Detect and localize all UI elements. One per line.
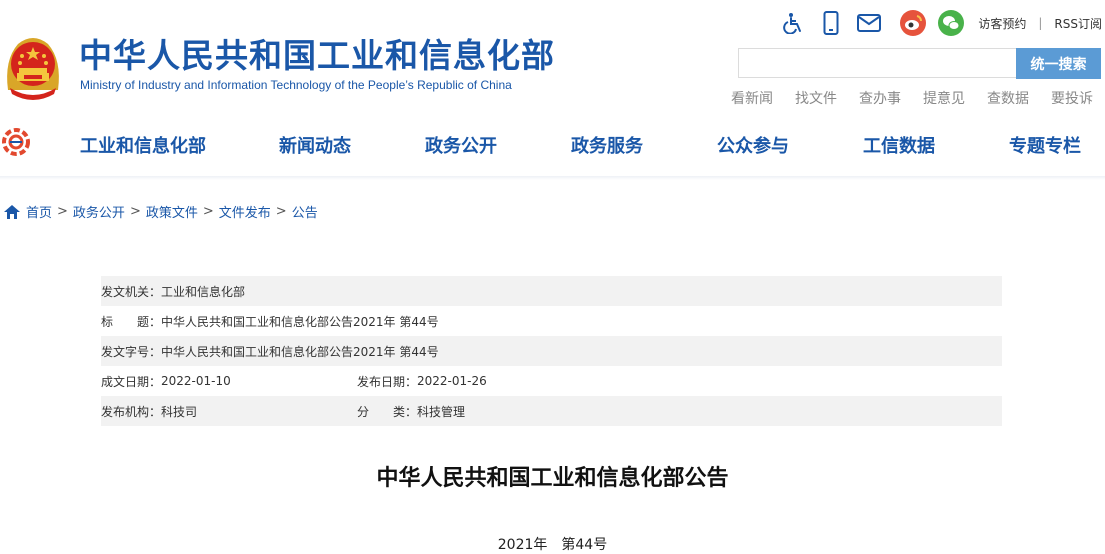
mobile-icon[interactable] bbox=[818, 10, 844, 36]
meta-row-issuer: 发文机关： 工业和信息化部 bbox=[101, 276, 1002, 306]
meta-row-dates: 成文日期： 2022-01-10 发布日期： 2022-01-26 bbox=[101, 366, 1002, 396]
meta-row-agency: 发布机构： 科技司 分 类： 科技管理 bbox=[101, 396, 1002, 426]
meta-issuer-value: 工业和信息化部 bbox=[161, 284, 246, 299]
national-emblem-icon[interactable] bbox=[2, 30, 64, 100]
home-icon[interactable] bbox=[3, 204, 21, 220]
quick-links: 看新闻 找文件 查办事 提意见 查数据 要投诉 bbox=[709, 88, 1093, 108]
meta-written-label: 成文日期： bbox=[101, 374, 162, 389]
breadcrumb-home[interactable]: 首页 bbox=[26, 202, 52, 221]
nav-item-gov-services[interactable]: 政务服务 bbox=[571, 132, 643, 158]
rss-link[interactable]: RSS订阅 bbox=[1054, 15, 1102, 32]
visitor-booking-link[interactable]: 访客预约 bbox=[978, 15, 1026, 32]
meta-row-title: 标 题： 中华人民共和国工业和信息化部公告2021年 第44号 bbox=[101, 306, 1002, 336]
meta-row-docno: 发文字号： 中华人民共和国工业和信息化部公告2021年 第44号 bbox=[101, 336, 1002, 366]
ministry-logo-icon[interactable] bbox=[2, 128, 30, 156]
search-button[interactable]: 统一搜索 bbox=[1016, 48, 1101, 79]
document-meta-table: 发文机关： 工业和信息化部 标 题： 中华人民共和国工业和信息化部公告2021年… bbox=[101, 276, 1002, 426]
toolbar-separator: | bbox=[1038, 16, 1043, 30]
quick-link-news[interactable]: 看新闻 bbox=[731, 88, 773, 108]
nav-item-topics[interactable]: 专题专栏 bbox=[1009, 132, 1081, 158]
breadcrumb-separator: > bbox=[57, 204, 68, 219]
breadcrumb-separator: > bbox=[275, 204, 287, 219]
meta-issuer-label: 发文机关： bbox=[101, 284, 162, 299]
meta-agency-value: 科技司 bbox=[161, 404, 198, 419]
weibo-icon[interactable] bbox=[900, 10, 927, 36]
meta-category-label: 分 类： bbox=[357, 404, 418, 419]
nav-item-ministry[interactable]: 工业和信息化部 bbox=[80, 132, 206, 158]
nav-item-public[interactable]: 公众参与 bbox=[717, 132, 789, 158]
breadcrumb-file-release[interactable]: 文件发布 bbox=[219, 202, 271, 221]
search-input[interactable] bbox=[738, 48, 1016, 78]
main-nav: 工业和信息化部 新闻动态 政务公开 政务服务 公众参与 工信数据 专题专栏 bbox=[0, 118, 1105, 173]
document-number: 2021年 第44号 bbox=[497, 537, 608, 553]
breadcrumb-announcement[interactable]: 公告 bbox=[292, 202, 318, 221]
breadcrumb-gov-affairs[interactable]: 政务公开 bbox=[73, 202, 125, 221]
breadcrumb-separator: > bbox=[129, 204, 141, 219]
nav-item-data[interactable]: 工信数据 bbox=[863, 132, 935, 158]
wechat-icon[interactable] bbox=[938, 10, 965, 36]
document-title: 中华人民共和国工业和信息化部公告 bbox=[376, 466, 729, 491]
nav-item-news[interactable]: 新闻动态 bbox=[279, 132, 351, 158]
meta-agency-label: 发布机构： bbox=[101, 404, 162, 419]
quick-link-files[interactable]: 找文件 bbox=[795, 88, 837, 108]
meta-docno-value: 中华人民共和国工业和信息化部公告2021年 第44号 bbox=[161, 344, 439, 359]
meta-category-value: 科技管理 bbox=[417, 404, 466, 419]
breadcrumb: 首页 > 政务公开 > 政策文件 > 文件发布 > 公告 bbox=[3, 202, 318, 221]
quick-link-services[interactable]: 查办事 bbox=[859, 88, 901, 108]
site-title[interactable]: 中华人民共和国工业和信息化部 bbox=[79, 36, 555, 76]
quick-link-complaint[interactable]: 要投诉 bbox=[1051, 88, 1093, 108]
quick-link-data[interactable]: 查数据 bbox=[987, 88, 1029, 108]
meta-title-value: 中华人民共和国工业和信息化部公告2021年 第44号 bbox=[161, 314, 439, 329]
quick-link-feedback[interactable]: 提意见 bbox=[923, 88, 965, 108]
meta-published-label: 发布日期： bbox=[357, 374, 418, 389]
meta-published-value: 2022-01-26 bbox=[417, 374, 487, 388]
mail-icon[interactable] bbox=[856, 10, 882, 36]
meta-docno-label: 发文字号： bbox=[101, 344, 162, 359]
breadcrumb-separator: > bbox=[202, 204, 214, 219]
meta-title-label: 标 题： bbox=[101, 314, 162, 329]
breadcrumb-policy-files[interactable]: 政策文件 bbox=[146, 202, 198, 221]
nav-divider bbox=[0, 176, 1105, 180]
site-header: 中华人民共和国工业和信息化部 Ministry of Industry and … bbox=[0, 0, 1105, 108]
site-subtitle: Ministry of Industry and Information Tec… bbox=[80, 78, 512, 92]
accessibility-icon[interactable] bbox=[780, 10, 806, 36]
nav-item-gov-affairs[interactable]: 政务公开 bbox=[425, 132, 497, 158]
top-toolbar: 访客预约 | RSS订阅 bbox=[780, 8, 1105, 38]
meta-written-value: 2022-01-10 bbox=[161, 374, 231, 388]
